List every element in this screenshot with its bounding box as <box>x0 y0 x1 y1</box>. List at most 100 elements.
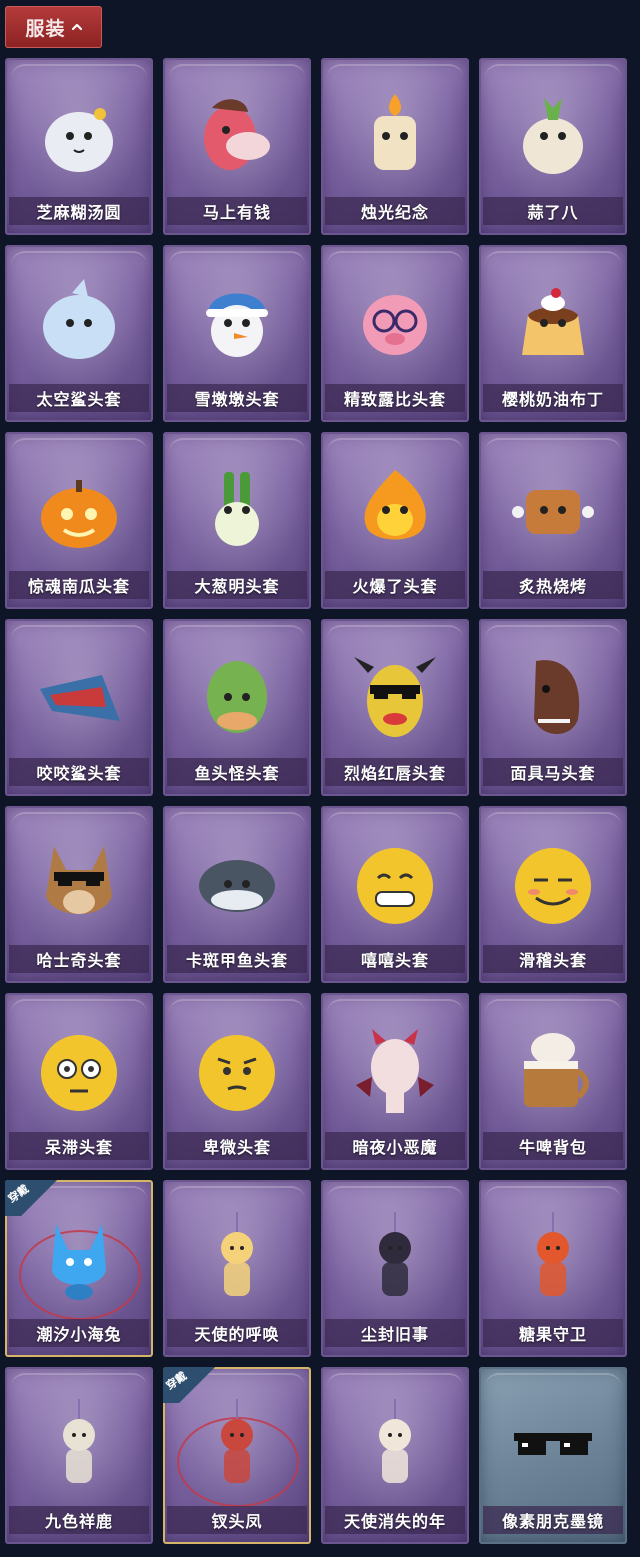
outfit-item-name: 天使消失的年 <box>325 1506 465 1534</box>
outfit-item-card[interactable]: 烛光纪念 <box>321 58 469 235</box>
outfit-item-name: 大葱明头套 <box>167 571 307 599</box>
beer-cow-icon <box>506 1023 600 1117</box>
outfit-item-name: 卑微头套 <box>167 1132 307 1160</box>
outfit-item-name: 哈士奇头套 <box>9 945 149 973</box>
angel-charm-icon <box>190 1210 284 1304</box>
outfit-item-card[interactable]: 太空鲨头套 <box>5 245 153 422</box>
sesame-dumpling-icon <box>32 88 126 182</box>
outfit-item-name: 钗头凤 <box>167 1506 307 1534</box>
outfit-item-name: 蒜了八 <box>483 197 623 225</box>
garlic-icon <box>506 88 600 182</box>
outfit-item-name: 嘻嘻头套 <box>325 945 465 973</box>
outfit-item-name: 雪墩墩头套 <box>167 384 307 412</box>
deer-charm-icon <box>32 1397 126 1491</box>
dazed-emoji-icon <box>32 1023 126 1117</box>
devil-icon <box>348 1023 442 1117</box>
yellow-mask-icon <box>348 649 442 743</box>
outfit-item-name: 尘封旧事 <box>325 1319 465 1347</box>
outfit-item-name: 火爆了头套 <box>325 571 465 599</box>
bbq-meat-icon <box>506 462 600 556</box>
outfit-item-name: 九色祥鹿 <box>9 1506 149 1534</box>
outfit-item-card[interactable]: 蒜了八 <box>479 58 627 235</box>
outfit-item-name: 牛啤背包 <box>483 1132 623 1160</box>
outfit-item-card[interactable]: 暗夜小恶魔 <box>321 993 469 1170</box>
outfit-item-card[interactable]: 咬咬鲨头套 <box>5 619 153 796</box>
outfit-item-card[interactable]: 天使消失的年 <box>321 1367 469 1544</box>
outfit-item-name: 精致露比头套 <box>325 384 465 412</box>
outfit-item-name: 炙热烧烤 <box>483 571 623 599</box>
fireball-icon <box>348 462 442 556</box>
pudding-icon <box>506 275 600 369</box>
horse-mask-icon <box>506 649 600 743</box>
dog-sunglasses-icon <box>32 836 126 930</box>
outfit-item-name: 鱼头怪头套 <box>167 758 307 786</box>
outfit-item-card[interactable]: 糖果守卫 <box>479 1180 627 1357</box>
sea-bunny-icon <box>32 1210 126 1304</box>
outfit-item-card[interactable]: 穿戴潮汐小海兔 <box>5 1180 153 1357</box>
outfit-item-card[interactable]: 马上有钱 <box>163 58 311 235</box>
equipped-badge-label: 穿戴 <box>163 1369 190 1393</box>
outfit-item-card[interactable]: 卑微头套 <box>163 993 311 1170</box>
equipped-badge: 穿戴 <box>163 1367 221 1403</box>
sly-emoji-icon <box>506 836 600 930</box>
outfit-item-card[interactable]: 天使的呼唤 <box>163 1180 311 1357</box>
outfit-item-name: 烛光纪念 <box>325 197 465 225</box>
equipped-badge: 穿戴 <box>5 1180 63 1216</box>
outfit-item-card[interactable]: 哈士奇头套 <box>5 806 153 983</box>
outfit-grid: 芝麻糊汤圆 马上有钱 烛光纪念 蒜了八太空鲨头套 雪墩墩头套 精致露比头套 樱桃奶油布丁惊魂… <box>5 58 627 1544</box>
prince-charm-icon <box>348 1210 442 1304</box>
outfit-item-name: 暗夜小恶魔 <box>325 1132 465 1160</box>
puffer-fish-icon <box>190 836 284 930</box>
outfit-item-card[interactable]: 鱼头怪头套 <box>163 619 311 796</box>
category-label: 服装 <box>25 17 66 40</box>
equipped-badge-label: 穿戴 <box>5 1182 32 1206</box>
outfit-item-name: 潮汐小海兔 <box>9 1319 149 1347</box>
outfit-item-card[interactable]: 卡斑甲鱼头套 <box>163 806 311 983</box>
outfit-item-card[interactable]: 惊魂南瓜头套 <box>5 432 153 609</box>
outfit-item-name: 面具马头套 <box>483 758 623 786</box>
angel-girl-icon <box>348 1397 442 1491</box>
outfit-item-card[interactable]: 牛啤背包 <box>479 993 627 1170</box>
outfit-item-card[interactable]: 面具马头套 <box>479 619 627 796</box>
fish-monster-icon <box>190 649 284 743</box>
space-shark-icon <box>32 275 126 369</box>
outfit-item-card[interactable]: 嘻嘻头套 <box>321 806 469 983</box>
outfit-item-card[interactable]: 尘封旧事 <box>321 1180 469 1357</box>
outfit-item-name: 呆滞头套 <box>9 1132 149 1160</box>
outfit-item-name: 马上有钱 <box>167 197 307 225</box>
outfit-item-card[interactable]: 穿戴钗头凤 <box>163 1367 311 1544</box>
outfit-item-card[interactable]: 雪墩墩头套 <box>163 245 311 422</box>
outfit-item-name: 烈焰红唇头套 <box>325 758 465 786</box>
grin-emoji-icon <box>348 836 442 930</box>
biting-shark-icon <box>32 649 126 743</box>
outfit-item-card[interactable]: 呆滞头套 <box>5 993 153 1170</box>
outfit-item-card[interactable]: 九色祥鹿 <box>5 1367 153 1544</box>
outfit-item-name: 芝麻糊汤圆 <box>9 197 149 225</box>
snowman-icon <box>190 275 284 369</box>
outfit-item-card[interactable]: 精致露比头套 <box>321 245 469 422</box>
chevron-up-icon <box>71 23 82 31</box>
outfit-item-name: 滑稽头套 <box>483 945 623 973</box>
outfit-item-card[interactable]: 火爆了头套 <box>321 432 469 609</box>
pixel-sunglasses-icon <box>506 1397 600 1491</box>
outfit-item-name: 像素朋克墨镜 <box>483 1506 623 1534</box>
candle-icon <box>348 88 442 182</box>
pink-pig-glasses-icon <box>348 275 442 369</box>
pumpkin-icon <box>32 462 126 556</box>
outfit-item-card[interactable]: 大葱明头套 <box>163 432 311 609</box>
outfit-item-name: 樱桃奶油布丁 <box>483 384 623 412</box>
scallion-icon <box>190 462 284 556</box>
outfit-item-name: 咬咬鲨头套 <box>9 758 149 786</box>
outfit-item-card[interactable]: 芝麻糊汤圆 <box>5 58 153 235</box>
outfit-item-name: 天使的呼唤 <box>167 1319 307 1347</box>
outfit-item-card[interactable]: 滑稽头套 <box>479 806 627 983</box>
phoenix-crown-icon <box>190 1397 284 1491</box>
outfit-item-card[interactable]: 炙热烧烤 <box>479 432 627 609</box>
outfit-item-name: 惊魂南瓜头套 <box>9 571 149 599</box>
outfit-item-card[interactable]: 像素朋克墨镜 <box>479 1367 627 1544</box>
category-header[interactable]: 服装 <box>5 6 102 48</box>
pink-horse-icon <box>190 88 284 182</box>
outfit-item-card[interactable]: 烈焰红唇头套 <box>321 619 469 796</box>
outfit-item-name: 太空鲨头套 <box>9 384 149 412</box>
outfit-item-card[interactable]: 樱桃奶油布丁 <box>479 245 627 422</box>
